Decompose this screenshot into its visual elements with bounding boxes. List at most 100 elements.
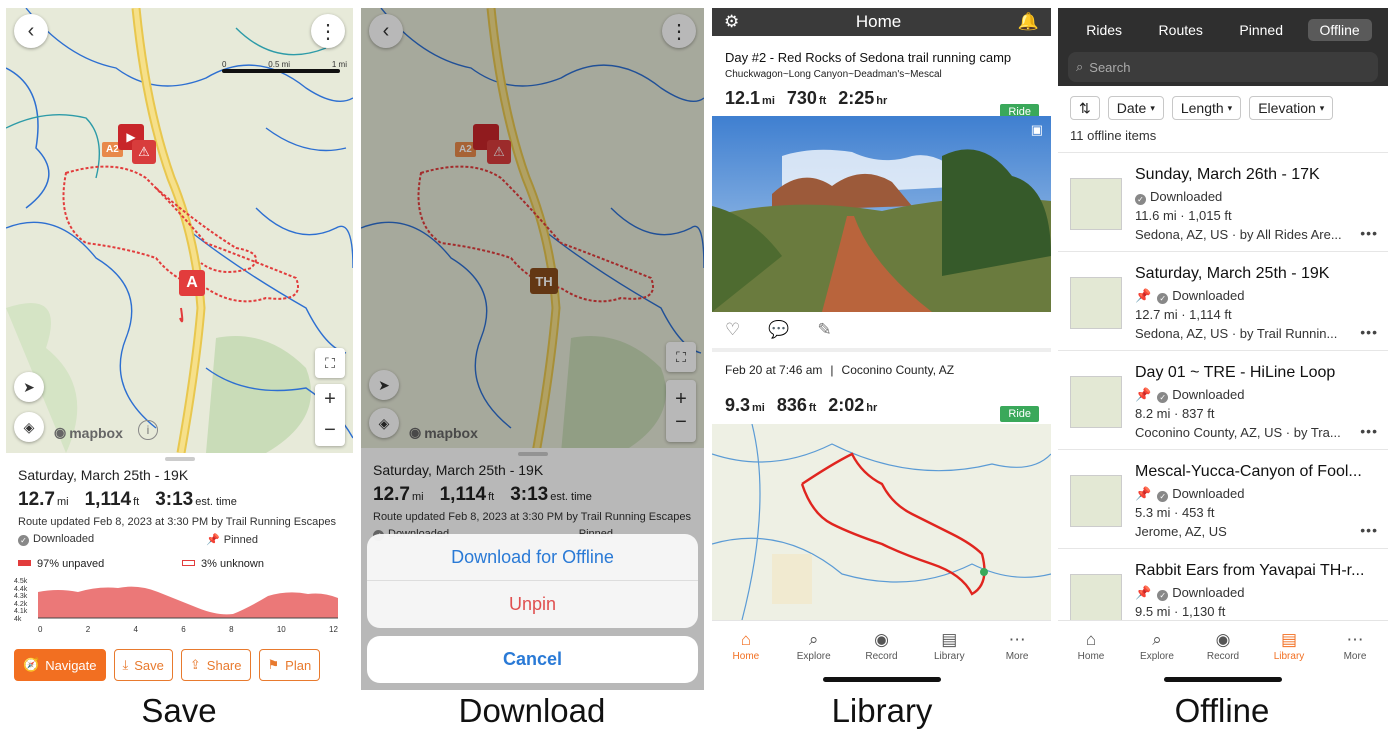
item-title: Day 01 ~ TRE - HiLine Loop: [1135, 364, 1336, 381]
item-title: Saturday, March 25th - 19K: [1135, 265, 1330, 282]
map-scale: 0 0.5 mi 1 mi: [222, 60, 347, 73]
filter-length[interactable]: Length ▾: [1171, 96, 1242, 120]
start-marker[interactable]: A: [179, 270, 205, 296]
header-title: Home: [855, 12, 902, 31]
check-circle-icon: ✓: [1157, 293, 1169, 304]
more-horizontal-icon[interactable]: •••: [1360, 423, 1378, 439]
route-map[interactable]: ‹ ⋮ 0 0.5 mi 1 mi A2 ▶ ⚠ A ⛶ + − ➤ ◈ ◉ mapb…: [6, 8, 353, 453]
layers-button[interactable]: ◈: [14, 412, 44, 442]
zoom-out-button[interactable]: −: [324, 415, 336, 446]
caption-download: Download: [458, 692, 606, 729]
time-unit: hr: [866, 402, 878, 414]
xtick: 4: [133, 625, 138, 634]
xtick: 8: [229, 625, 234, 634]
back-button[interactable]: ‹: [14, 14, 48, 48]
share-label: Share: [206, 657, 242, 673]
search-input[interactable]: ⌕ Search: [1068, 52, 1378, 82]
sheet-handle[interactable]: [164, 457, 195, 461]
more-horizontal-icon: ⋯: [1008, 630, 1026, 649]
share-button[interactable]: ⇪ Share: [180, 649, 251, 681]
list-item[interactable]: Mescal-Yucca-Canyon of Fool... 📌 ✓ Downloa…: [1058, 449, 1388, 548]
route-thumbnail: [1070, 574, 1122, 626]
cancel-sheet: Cancel: [367, 636, 698, 683]
zoom-control: + −: [315, 384, 345, 446]
elevation-profile[interactable]: 4.5k 4.4k 4.3k 4.2k 4.1k 4k 0 2 4 6 8 10…: [14, 578, 344, 638]
list-item[interactable]: Day 01 ~ TRE - HiLine Loop 📌 ✓ Downloaded …: [1058, 350, 1388, 449]
heart-icon[interactable]: ♡: [725, 320, 740, 340]
caption-save: Save: [141, 692, 217, 729]
elevation-x-axis: 0 2 4 6 8 10 12: [38, 625, 338, 634]
trail-photo[interactable]: ▣: [712, 116, 1051, 312]
more-horizontal-icon[interactable]: •••: [1360, 225, 1378, 241]
segment-offline[interactable]: Offline: [1307, 19, 1372, 41]
pin-icon: 📌: [1135, 585, 1152, 600]
route-thumbnail: [1070, 475, 1122, 527]
ytick: 4.4k: [14, 585, 28, 593]
unpaved-swatch: [18, 560, 31, 566]
list-item[interactable]: Saturday, March 25th - 19K 📌 ✓ Downloaded …: [1058, 251, 1388, 350]
comment-icon[interactable]: 💬: [768, 320, 789, 340]
time-unit: est. time: [195, 496, 237, 508]
library-screen: ⚙ Home 🔔 Day #2 - Red Rocks of Sedona tr…: [712, 8, 1051, 690]
item-location: Coconino County, AZ, US · by Tra...: [1135, 425, 1341, 440]
cancel-button[interactable]: Cancel: [367, 636, 698, 683]
ride-map[interactable]: [712, 424, 1051, 620]
segment-rides[interactable]: Rides: [1074, 19, 1134, 41]
downloaded-label: Downloaded: [33, 533, 95, 545]
tab-home[interactable]: ⌂ Home: [1058, 621, 1124, 690]
route-actions: 🧭 Navigate ⤓ Save ⇪ Share ⚑ Plan: [14, 649, 321, 681]
zoom-in-button[interactable]: +: [324, 384, 336, 415]
pencil-icon[interactable]: ✎: [817, 320, 831, 340]
tab-label: Home: [732, 651, 760, 662]
gear-icon[interactable]: ⚙: [724, 12, 739, 32]
check-circle-icon: ✓: [18, 535, 29, 546]
item-location: Sedona, AZ, US · by All Rides Are...: [1135, 227, 1342, 242]
warning-icon[interactable]: ⚠: [132, 140, 156, 164]
check-circle-icon: ✓: [1157, 590, 1169, 601]
item-status: Downloaded: [1172, 585, 1245, 600]
sort-button[interactable]: ⇅: [1070, 96, 1100, 120]
elevation-value: 730: [786, 88, 817, 108]
save-button[interactable]: ⤓ Save: [113, 649, 173, 681]
tab-label: More: [1343, 651, 1367, 662]
ride-map-graphic: [712, 424, 1051, 620]
tab-home[interactable]: ⌂ Home: [712, 621, 780, 690]
route-updated: Route updated Feb 8, 2023 at 3:30 PM by …: [18, 516, 336, 528]
more-options-button[interactable]: ⋮: [311, 14, 345, 48]
unpin-option[interactable]: Unpin: [367, 581, 698, 628]
item-location: Sedona, AZ, US · by Trail Runnin...: [1135, 326, 1338, 341]
segment-pinned[interactable]: Pinned: [1227, 19, 1295, 41]
offline-screen: Rides Routes Pinned Offline ⌕ Search ⇅ Da…: [1058, 8, 1388, 690]
segment-routes[interactable]: Routes: [1147, 19, 1215, 41]
save-screen: ‹ ⋮ 0 0.5 mi 1 mi A2 ▶ ⚠ A ⛶ + − ➤ ◈ ◉ mapb…: [6, 8, 353, 690]
item-title: Mescal-Yucca-Canyon of Fool...: [1135, 463, 1362, 480]
tab-label: Record: [1206, 651, 1240, 662]
sort-icon: ⇅: [1079, 99, 1091, 116]
filter-date[interactable]: Date ▾: [1107, 96, 1164, 120]
fullscreen-button[interactable]: ⛶: [315, 348, 345, 378]
elevation-value: 836: [776, 395, 807, 415]
more-horizontal-icon[interactable]: •••: [1360, 522, 1378, 538]
locate-button[interactable]: ➤: [14, 372, 44, 402]
info-icon[interactable]: i: [138, 420, 158, 440]
tab-more[interactable]: ⋯ More: [1322, 621, 1388, 690]
tab-more[interactable]: ⋯ More: [983, 621, 1051, 690]
navigate-button[interactable]: 🧭 Navigate: [14, 649, 106, 681]
plan-button[interactable]: ⚑ Plan: [258, 649, 321, 681]
list-item[interactable]: Sunday, March 26th - 17K ✓ Downloaded 11.…: [1058, 152, 1388, 251]
xtick: 6: [181, 625, 186, 634]
home-icon: ⌂: [1085, 630, 1097, 649]
library-icon: ▤: [941, 630, 958, 649]
feed-card-2[interactable]: Feb 20 at 7:46 am | Coconino County, AZ 9.…: [712, 352, 1051, 430]
surface-legend: 97% unpaved 3% unknown: [18, 558, 264, 570]
pin-icon: 📌: [1135, 288, 1152, 303]
filter-label: Date: [1116, 100, 1147, 116]
filter-elevation[interactable]: Elevation ▾: [1249, 96, 1334, 120]
download-offline-option[interactable]: Download for Offline: [367, 534, 698, 581]
tab-label: Record: [865, 651, 898, 662]
route-thumbnail: [1070, 178, 1122, 230]
more-horizontal-icon[interactable]: •••: [1360, 324, 1378, 340]
bell-icon[interactable]: 🔔: [1018, 12, 1039, 32]
item-stats: 5.3 mi · 453 ft: [1135, 505, 1215, 520]
time-value: 2:02: [828, 395, 865, 415]
